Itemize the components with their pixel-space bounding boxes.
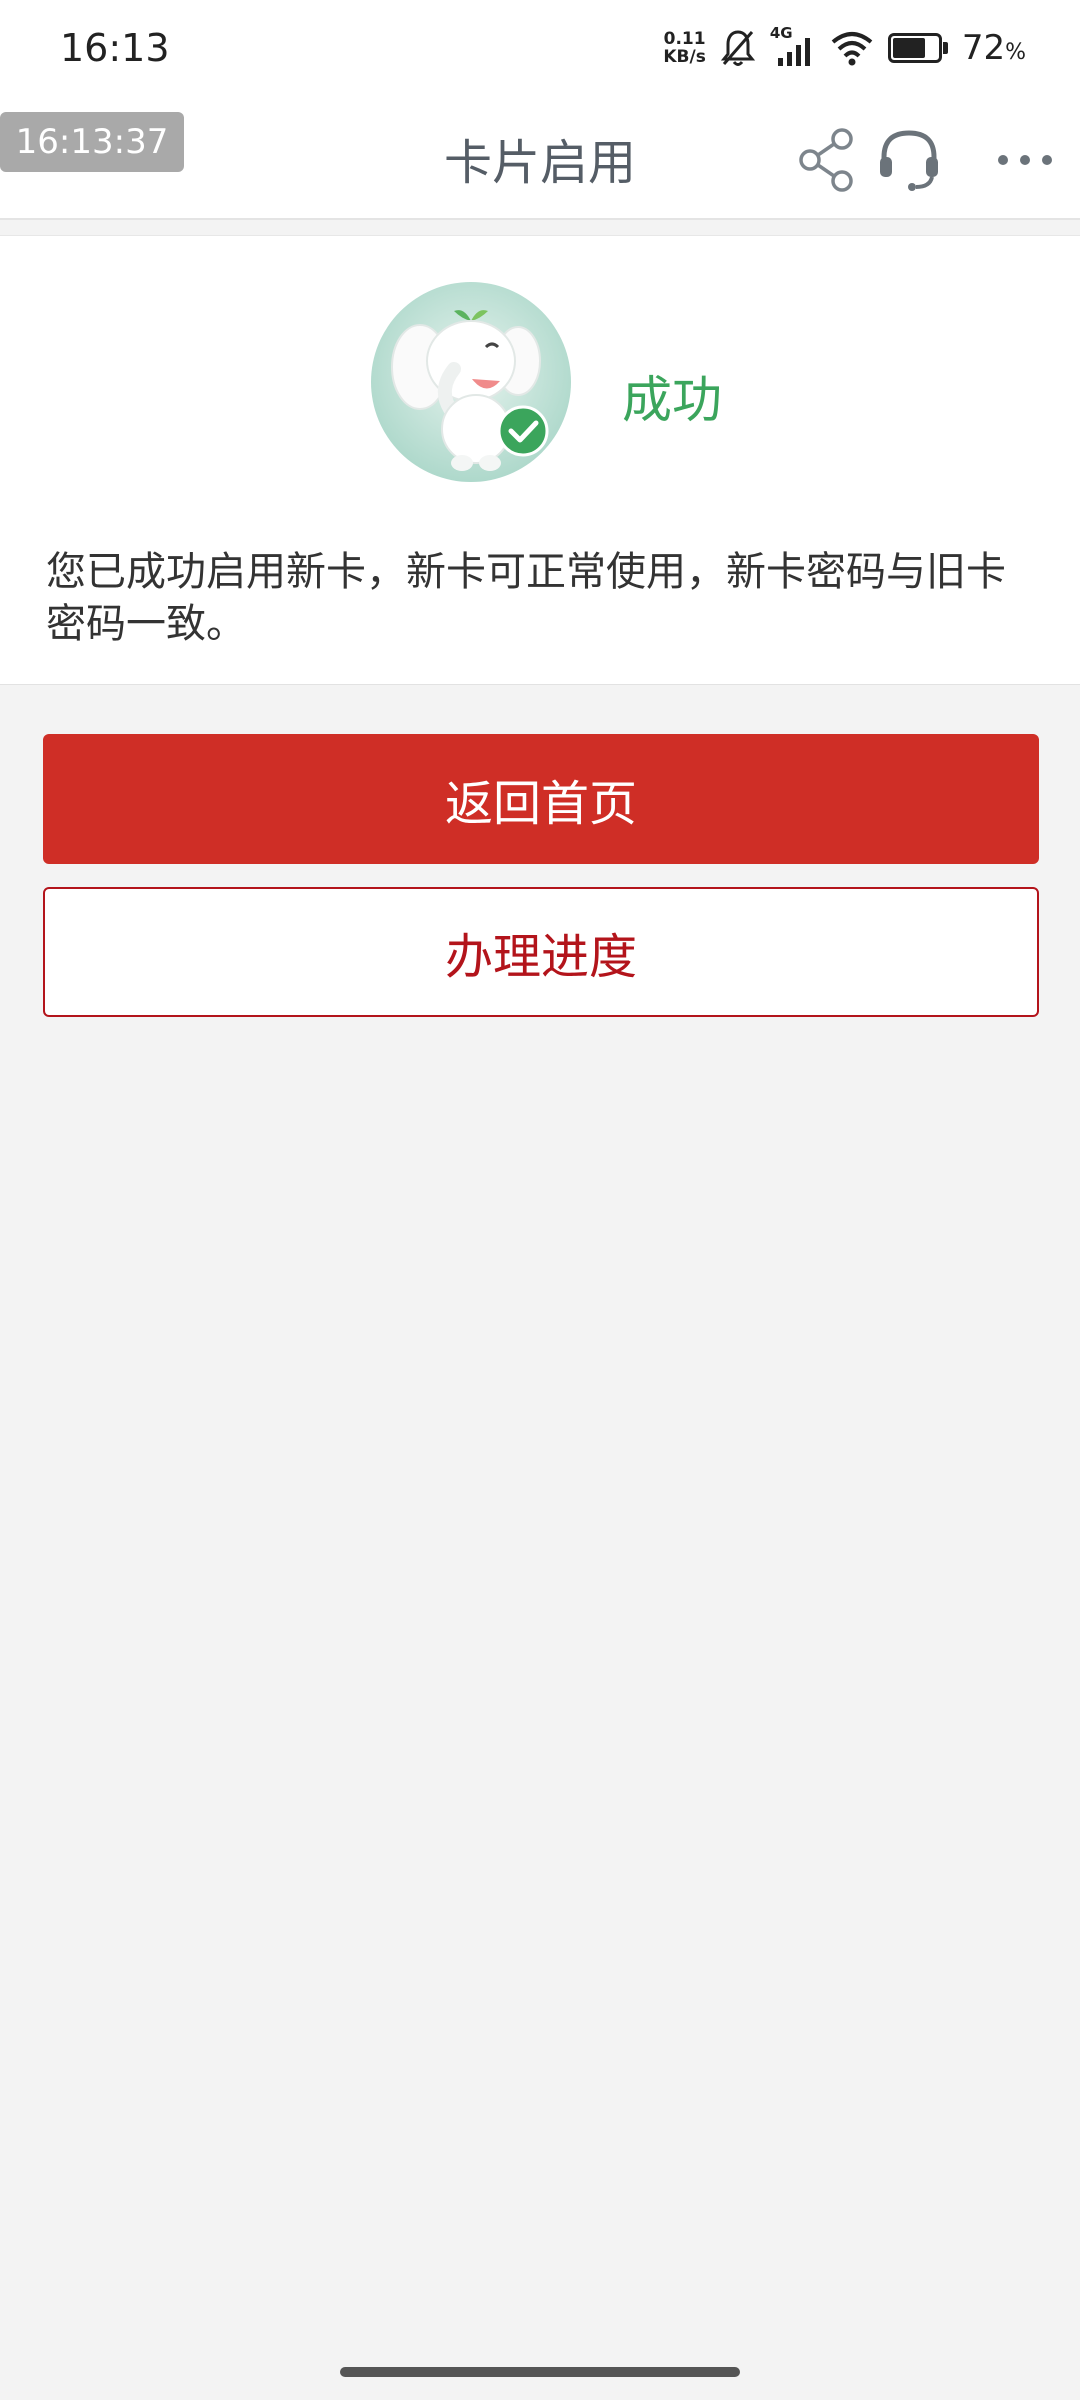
success-status: 成功 (622, 371, 722, 429)
status-icons: 0.11 KB/s 4G 72% (663, 24, 1026, 68)
progress-button[interactable]: 办理进度 (43, 887, 1039, 1017)
status-time: 16:13 (60, 25, 170, 70)
result-card: 成功 您已成功启用新卡，新卡可正常使用，新卡密码与旧卡密码一致。 (0, 235, 1080, 685)
battery-percent: 72% (961, 27, 1026, 68)
more-icon[interactable] (990, 125, 1060, 195)
wifi-icon (831, 31, 873, 65)
navbar: 16:13:37 卡片启用 (0, 95, 1080, 220)
elephant-mascot-icon (371, 282, 571, 482)
bell-muted-icon (720, 29, 755, 66)
battery-icon (887, 32, 948, 63)
net-speed: 0.11 KB/s (663, 28, 706, 67)
cell-signal-icon: 4G (770, 24, 816, 68)
headset-icon[interactable] (874, 125, 944, 195)
result-message: 您已成功启用新卡，新卡可正常使用，新卡密码与旧卡密码一致。 (46, 549, 1006, 647)
home-indicator[interactable] (340, 2367, 740, 2377)
return-home-button[interactable]: 返回首页 (43, 734, 1039, 864)
share-icon[interactable] (792, 125, 862, 195)
status-bar: 16:13 0.11 KB/s 4G 72% (0, 0, 1080, 95)
